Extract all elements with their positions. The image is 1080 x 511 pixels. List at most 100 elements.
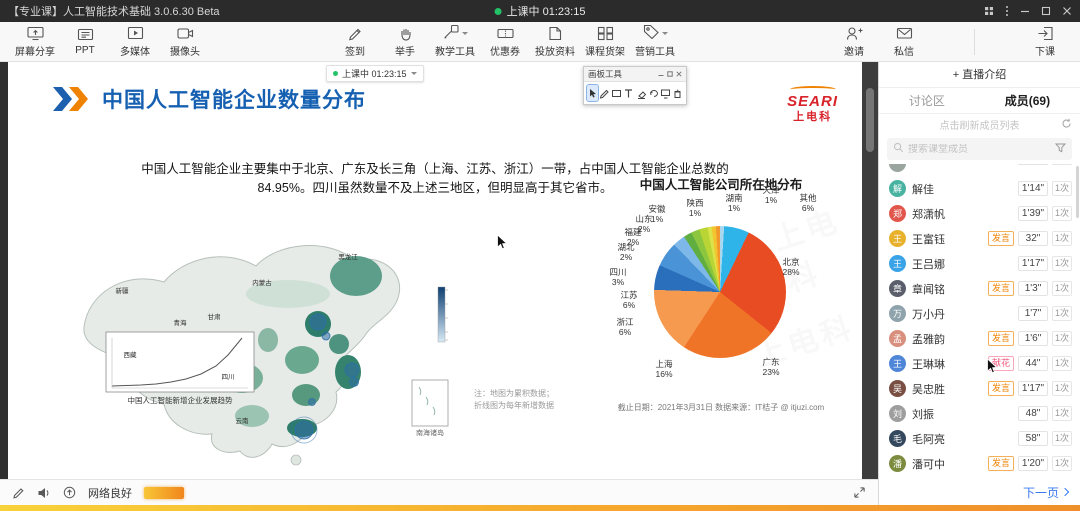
member-badges: 发言1'17"1次: [988, 381, 1072, 396]
undo-tool[interactable]: [648, 85, 659, 101]
list-item[interactable]: 吴吴忠胜发言1'17"1次: [879, 376, 1080, 401]
list-item[interactable]: 王王富钰发言32"1次: [879, 226, 1080, 251]
refresh-hint-label: 点击刷新成员列表: [940, 117, 1020, 132]
chevron-down-icon: [462, 32, 468, 38]
member-count: 1次: [1052, 231, 1072, 246]
invite-icon: [846, 26, 863, 42]
member-search[interactable]: [887, 138, 1072, 160]
network-status-icon[interactable]: [63, 486, 76, 499]
shape-rect-tool[interactable]: [611, 85, 622, 101]
toolbar-course-shelf[interactable]: 课程货架: [580, 26, 630, 58]
toolbar-raise-hand[interactable]: 举手: [380, 26, 430, 58]
sidebar-tabs: 讨论区 成员(69): [879, 88, 1080, 114]
list-item[interactable]: 章章闻铭发言1'3"1次: [879, 276, 1080, 301]
app-window: 【专业课】人工智能技术基础 3.0.6.30 Beta 上课中 01:23:15…: [0, 0, 1080, 511]
toolbar-media[interactable]: 多媒体: [110, 26, 160, 58]
logo-text-en: SEARI: [787, 94, 838, 111]
fullscreen-expand-icon[interactable]: [853, 486, 866, 499]
toolbar-ppt[interactable]: PPT: [60, 28, 110, 56]
list-item[interactable]: [879, 164, 1080, 176]
list-item[interactable]: 刘刘振48"1次: [879, 401, 1080, 426]
select-cursor-tool[interactable]: [587, 85, 598, 101]
map-province-label: 黑龙江: [338, 251, 358, 261]
class-timer-pill[interactable]: 上课中 01:23:15: [326, 65, 424, 82]
toolbar-materials[interactable]: 投放资料: [530, 26, 580, 58]
list-item[interactable]: 王王吕娜1'17"1次: [879, 251, 1080, 276]
toolbar-invite[interactable]: 邀请: [829, 26, 879, 58]
pie-label: 安徽1%: [648, 205, 665, 225]
list-item[interactable]: 潘潘可中发言1'20"1次: [879, 451, 1080, 476]
map-note: 注：地图为累积数据； 折线图为每年新增数据: [474, 388, 554, 412]
pie-label: 天津1%: [762, 186, 779, 206]
avatar: [889, 164, 906, 172]
toolbar-end-class[interactable]: 下课: [1020, 26, 1070, 58]
member-count: 1次: [1052, 181, 1072, 196]
toolbar-camera[interactable]: 摄像头: [160, 26, 210, 58]
member-time: [1018, 164, 1048, 165]
member-list-scrollbar[interactable]: [1076, 166, 1079, 218]
text-tool[interactable]: [623, 85, 634, 101]
mouse-cursor: [986, 358, 998, 375]
apps-grid-icon[interactable]: [984, 6, 994, 16]
toolbar-coupon[interactable]: 优惠券: [480, 26, 530, 58]
member-name: 刘振: [912, 406, 1018, 422]
list-item[interactable]: 王王琳琳献花44"1次: [879, 351, 1080, 376]
speaker-icon[interactable]: [37, 487, 51, 499]
pen-tool[interactable]: [599, 85, 610, 101]
slide-scrollbar[interactable]: [862, 62, 878, 479]
pie-title: 中国人工智能公司所在地分布: [586, 174, 856, 193]
maximize-button[interactable]: [1041, 6, 1051, 16]
close-button[interactable]: [1062, 6, 1072, 16]
member-time: 32": [1018, 231, 1048, 246]
toolbar-message[interactable]: 私信: [879, 26, 929, 58]
filter-icon[interactable]: [1055, 140, 1066, 158]
palette-close-button[interactable]: [676, 71, 682, 77]
member-count: 1次: [1052, 431, 1072, 446]
toolbar-label: 投放资料: [535, 43, 575, 58]
tab-members[interactable]: 成员(69): [1005, 92, 1050, 109]
list-item[interactable]: 孟孟雅韵发言1'6"1次: [879, 326, 1080, 351]
class-timer-label: 上课中 01:23:15: [342, 67, 407, 80]
pie-label: 浙江6%: [616, 318, 633, 338]
drawing-board-palette[interactable]: 画板工具: [583, 66, 687, 105]
member-time: 1'20": [1018, 456, 1048, 471]
refresh-icon[interactable]: [1061, 118, 1072, 132]
member-list: 解解佳1'14"1次郑郑潇帆1'39"1次王王富钰发言32"1次王王吕娜1'17…: [879, 164, 1080, 479]
toolbar-label: 屏幕分享: [15, 43, 55, 58]
class-status-label: 上课中 01:23:15: [507, 3, 586, 19]
double-chevron-icon: [52, 86, 90, 112]
member-count: 1次: [1052, 256, 1072, 271]
list-item[interactable]: 万万小丹1'7"1次: [879, 301, 1080, 326]
clear-trash-tool[interactable]: [672, 85, 683, 101]
toolbar-teaching-tools[interactable]: 教学工具: [430, 26, 480, 58]
more-menu-icon[interactable]: [1005, 5, 1009, 17]
list-item[interactable]: 郑郑潇帆1'39"1次: [879, 201, 1080, 226]
ppt-icon: [77, 28, 94, 44]
member-badges: 献花44"1次: [988, 356, 1072, 371]
list-item[interactable]: 毛毛阿亮58"1次: [879, 426, 1080, 451]
annotate-pen-icon[interactable]: [12, 486, 25, 499]
palette-minimize-button[interactable]: [658, 71, 664, 77]
member-time: 1'7": [1018, 306, 1048, 321]
toolbar-screen-share[interactable]: 屏幕分享: [10, 26, 60, 58]
member-name: 毛阿亮: [912, 431, 1018, 447]
next-page-button[interactable]: 下一页: [1023, 484, 1068, 501]
toolbar-sign-in[interactable]: 签到: [330, 26, 380, 58]
class-status: 上课中 01:23:15: [495, 3, 586, 19]
scrollbar-thumb[interactable]: [866, 88, 874, 152]
board-share-tool[interactable]: [660, 85, 671, 101]
eraser-tool[interactable]: [636, 85, 647, 101]
member-time: 1'3": [1018, 281, 1048, 296]
live-intro-bar[interactable]: + 直播介绍: [879, 62, 1080, 88]
toolbar-marketing-tools[interactable]: 营销工具: [630, 26, 680, 58]
map-province-label: 青海: [174, 317, 187, 327]
refresh-members[interactable]: 点击刷新成员列表: [879, 114, 1080, 134]
member-badge: 发言: [988, 231, 1014, 246]
palette-restore-button[interactable]: [667, 71, 673, 77]
slide-canvas[interactable]: 上课中 01:23:15 画板工具: [8, 62, 862, 479]
tab-discussion[interactable]: 讨论区: [909, 92, 945, 109]
minimize-button[interactable]: [1020, 6, 1030, 16]
search-input[interactable]: [908, 144, 1051, 155]
map-province-label: 云南: [236, 415, 249, 425]
list-item[interactable]: 解解佳1'14"1次: [879, 176, 1080, 201]
